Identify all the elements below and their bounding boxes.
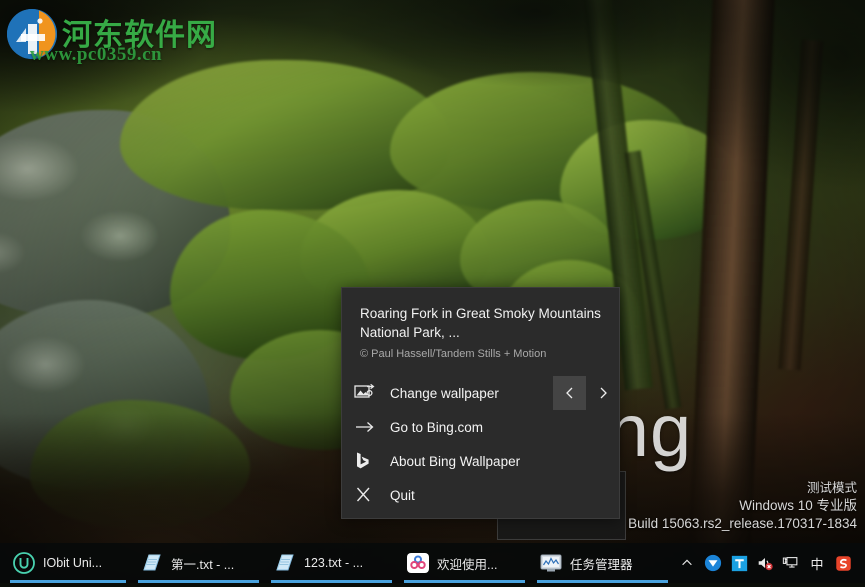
volume-muted-icon[interactable] — [752, 543, 778, 583]
taskbar-button-notepad-123[interactable]: 123.txt - ... — [265, 543, 398, 583]
menu-item-about-bing-wallpaper[interactable]: About Bing Wallpaper — [342, 444, 619, 478]
wallpaper-nav-group — [553, 376, 619, 410]
taskbar-button-label: 欢迎使用... — [437, 554, 497, 573]
taskbar-clock[interactable]: 15:02 2020-05-21 — [858, 543, 865, 583]
taskbar[interactable]: IObit Uni... 第一.txt - ... — [0, 543, 865, 583]
taskbar-button-label: 123.txt - ... — [304, 556, 363, 570]
menu-item-label: Change wallpaper — [390, 386, 499, 401]
show-hidden-icons-chevron[interactable] — [674, 543, 700, 583]
menu-item-label: About Bing Wallpaper — [390, 454, 520, 469]
chevron-left-icon[interactable] — [553, 376, 586, 410]
taskbar-button-task-manager[interactable]: 任务管理器 — [531, 543, 674, 583]
bing-logo-icon — [354, 450, 384, 472]
bing-menu-items: Change wallpaper Go to Bing.com — [342, 376, 619, 512]
notepad-icon — [140, 551, 164, 575]
dropbox-blue-icon[interactable] — [700, 543, 726, 583]
taskbar-app-buttons: IObit Uni... 第一.txt - ... — [0, 543, 674, 583]
menu-item-go-to-bing[interactable]: Go to Bing.com — [342, 410, 619, 444]
taskbar-button-notepad-diyi[interactable]: 第一.txt - ... — [132, 543, 265, 583]
taskbar-button-label: IObit Uni... — [43, 556, 102, 570]
taskbar-button-iobit-uninstaller[interactable]: IObit Uni... — [4, 543, 132, 583]
close-x-icon — [354, 484, 384, 506]
bing-image-title: Roaring Fork in Great Smoky Mountains Na… — [342, 288, 619, 342]
site-watermark: 河东软件网 www.pc0359.cn — [6, 6, 226, 64]
menu-item-change-wallpaper[interactable]: Change wallpaper — [342, 376, 619, 410]
welcome-app-icon — [406, 551, 430, 575]
change-wallpaper-icon — [354, 382, 384, 404]
menu-item-label: Go to Bing.com — [390, 420, 483, 435]
arrow-right-icon — [354, 416, 384, 438]
menu-item-quit[interactable]: Quit — [342, 478, 619, 512]
iobit-uninstaller-icon — [12, 551, 36, 575]
site-watermark-url: www.pc0359.cn — [30, 44, 162, 66]
menu-item-label: Quit — [390, 488, 415, 503]
chevron-right-icon[interactable] — [586, 376, 619, 410]
ime-chinese-icon[interactable]: 中 — [804, 543, 830, 583]
network-icon[interactable] — [778, 543, 804, 583]
bing-image-credit: © Paul Hassell/Tandem Stills + Motion — [342, 342, 619, 362]
taskbar-button-welcome[interactable]: 欢迎使用... — [398, 543, 531, 583]
taskbar-button-label: 任务管理器 — [570, 554, 633, 573]
sogou-input-icon[interactable] — [830, 543, 856, 583]
task-manager-icon — [539, 551, 563, 575]
teamviewer-t-icon[interactable] — [726, 543, 752, 583]
taskbar-button-label: 第一.txt - ... — [171, 554, 234, 573]
bing-wallpaper-menu[interactable]: Roaring Fork in Great Smoky Mountains Na… — [341, 287, 620, 519]
system-tray: 中 — [674, 543, 858, 583]
notepad-icon — [273, 551, 297, 575]
ime-mode-label: 中 — [810, 554, 823, 573]
